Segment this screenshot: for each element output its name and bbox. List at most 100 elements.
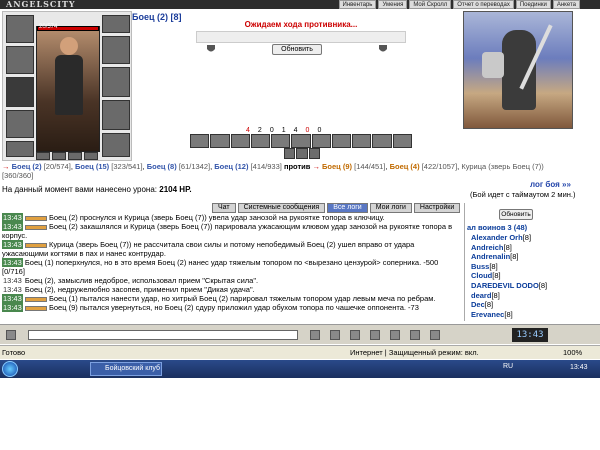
send-icon[interactable] (310, 330, 320, 340)
smiley-icon[interactable] (6, 330, 16, 340)
online-user[interactable]: Buss[8] (471, 262, 583, 272)
enemy-member[interactable]: Боец (9) (322, 162, 352, 171)
online-user[interactable]: Erevanec[8] (471, 310, 583, 320)
boots-slot[interactable] (102, 133, 130, 157)
stance-slot[interactable] (284, 148, 296, 159)
team-member[interactable]: Боец (12) (214, 162, 248, 171)
shield-slot[interactable] (102, 67, 130, 97)
ring-slot-2[interactable] (52, 152, 66, 160)
skill-slot[interactable] (331, 134, 352, 148)
skill-bar (190, 134, 412, 148)
nav-profile[interactable]: Анкета (552, 0, 580, 9)
online-user[interactable]: Andreich[8] (471, 243, 583, 253)
skill-slot[interactable] (352, 134, 372, 148)
team-member[interactable]: Боец (2) (12, 162, 42, 171)
online-user[interactable]: DAREDEVIL DODO[8] (471, 281, 583, 291)
timeout-text: (Бой идет с таймаутом 2 мин.) (470, 190, 576, 199)
enemy-member[interactable]: Курица (зверь Боец (7)) (461, 162, 543, 171)
security-zone[interactable]: Интернет | Защищенный режим: вкл. (350, 346, 479, 359)
battle-log-link[interactable]: лог боя »» (530, 180, 571, 189)
helmet-slot[interactable] (6, 15, 34, 43)
player-name[interactable]: Боец (2) [8] (132, 12, 182, 22)
user-name[interactable]: deard (471, 291, 491, 300)
ring-slot-4[interactable] (84, 152, 98, 160)
stance-slot[interactable] (308, 148, 320, 159)
skill-slot[interactable] (210, 134, 230, 148)
nav-my-scroll[interactable]: Мой Скролл (409, 0, 452, 9)
chat-input[interactable] (28, 330, 298, 340)
start-button[interactable] (2, 361, 18, 377)
skill-slot[interactable] (230, 134, 250, 148)
tab-all-logs[interactable]: Все логи (327, 203, 368, 213)
skill-slot[interactable] (271, 134, 291, 148)
skill-slot[interactable] (372, 134, 392, 148)
leggings-slot[interactable] (102, 100, 130, 130)
user-name[interactable]: Andreich (471, 243, 504, 252)
online-user[interactable]: Cloud[8] (471, 271, 583, 281)
online-refresh-button[interactable]: Обновить (499, 209, 533, 220)
site-logo[interactable]: ANGELSCITY (6, 0, 76, 9)
tab-my-logs[interactable]: Мои логи (369, 203, 412, 213)
damage-value: 2104 HP. (159, 185, 192, 194)
user-name[interactable]: Andrenalin (471, 252, 510, 261)
stance-slot[interactable] (296, 148, 308, 159)
log-text: Курица (зверь Боец (7)) не рассчитала св… (2, 240, 415, 258)
nav-duels[interactable]: Поединки (515, 0, 551, 9)
nav-transfers[interactable]: Отчет о переводах (453, 0, 514, 9)
windows-taskbar: Бойцовский клуб - ... RU 13:43 (0, 360, 600, 384)
game-clock: 13:43 (512, 328, 548, 342)
arrow-icon: → (312, 162, 320, 171)
opponent-portrait (463, 11, 573, 129)
skill-slot[interactable] (250, 134, 271, 148)
filter-icon[interactable] (330, 330, 340, 340)
earring-slot[interactable] (102, 15, 130, 33)
taskbar-window-button[interactable]: Бойцовский клуб - ... (90, 362, 162, 384)
refresh-button[interactable]: Обновить (272, 44, 322, 55)
ring-slot-3[interactable] (68, 152, 82, 160)
log-line: 13:43 Боец (2) закашлялся и Курица (звер… (2, 222, 460, 240)
online-user[interactable]: deard[8] (471, 291, 583, 301)
zoom-level[interactable]: 100% (563, 346, 582, 359)
log-text: Боец (1) пытался нанести удар, но хитрый… (48, 294, 436, 303)
online-user[interactable]: Dec[8] (471, 300, 583, 310)
tab-chat[interactable]: Чат (212, 203, 236, 213)
tab-system[interactable]: Системные сообщения (237, 203, 326, 213)
skill-slot[interactable] (392, 134, 412, 148)
armor-slot[interactable] (6, 110, 34, 138)
nav-inventory[interactable]: Инвентарь (338, 0, 377, 9)
log-line: 13:43 Боец (2), недружелюбно засопев, пр… (2, 285, 460, 294)
team-member[interactable]: Боец (15) (75, 162, 109, 171)
user-name[interactable]: Cloud (471, 271, 492, 280)
language-indicator[interactable]: RU (503, 363, 513, 370)
tab-settings[interactable]: Настройки (413, 203, 461, 213)
skill-slot[interactable] (291, 134, 311, 148)
enemy-member[interactable]: Боец (4) (390, 162, 420, 171)
nav-skills[interactable]: Умения (378, 0, 408, 9)
top-navigation: Инвентарь Умения Мой Скролл Отчет о пере… (338, 0, 580, 9)
log-line: 13:43 Боец (2) проснулся и Курица (зверь… (2, 213, 460, 222)
user-name[interactable]: Buss (471, 262, 489, 271)
user-name[interactable]: Dec (471, 300, 485, 309)
exit-icon[interactable] (430, 330, 440, 340)
gloves-slot[interactable] (102, 36, 130, 64)
belt-slot[interactable] (6, 141, 34, 157)
skill-slot[interactable] (311, 134, 331, 148)
battle-log: 13:43 Боец (2) проснулся и Курица (зверь… (2, 213, 460, 320)
amulet-slot[interactable] (6, 46, 34, 74)
log-time: 13:43 (3, 276, 22, 285)
team-member[interactable]: Боец (8) (147, 162, 177, 171)
online-user[interactable]: Andrenalin[8] (471, 252, 583, 262)
clear-icon[interactable] (350, 330, 360, 340)
skill-slot[interactable] (190, 134, 210, 148)
system-clock[interactable]: 13:43 (570, 364, 588, 371)
mail-icon[interactable] (410, 330, 420, 340)
user-name[interactable]: DAREDEVIL DODO (471, 281, 539, 290)
settings-icon[interactable] (370, 330, 380, 340)
log-text: Боец (2) проснулся и Курица (зверь Боец … (48, 213, 385, 222)
online-user[interactable]: Alexander Orh[8] (471, 233, 583, 243)
weapon-slot[interactable] (6, 77, 34, 107)
user-name[interactable]: Alexander Orh (471, 233, 523, 242)
ring-slot-1[interactable] (36, 152, 50, 160)
friends-icon[interactable] (390, 330, 400, 340)
user-name[interactable]: Erevanec (471, 310, 504, 319)
